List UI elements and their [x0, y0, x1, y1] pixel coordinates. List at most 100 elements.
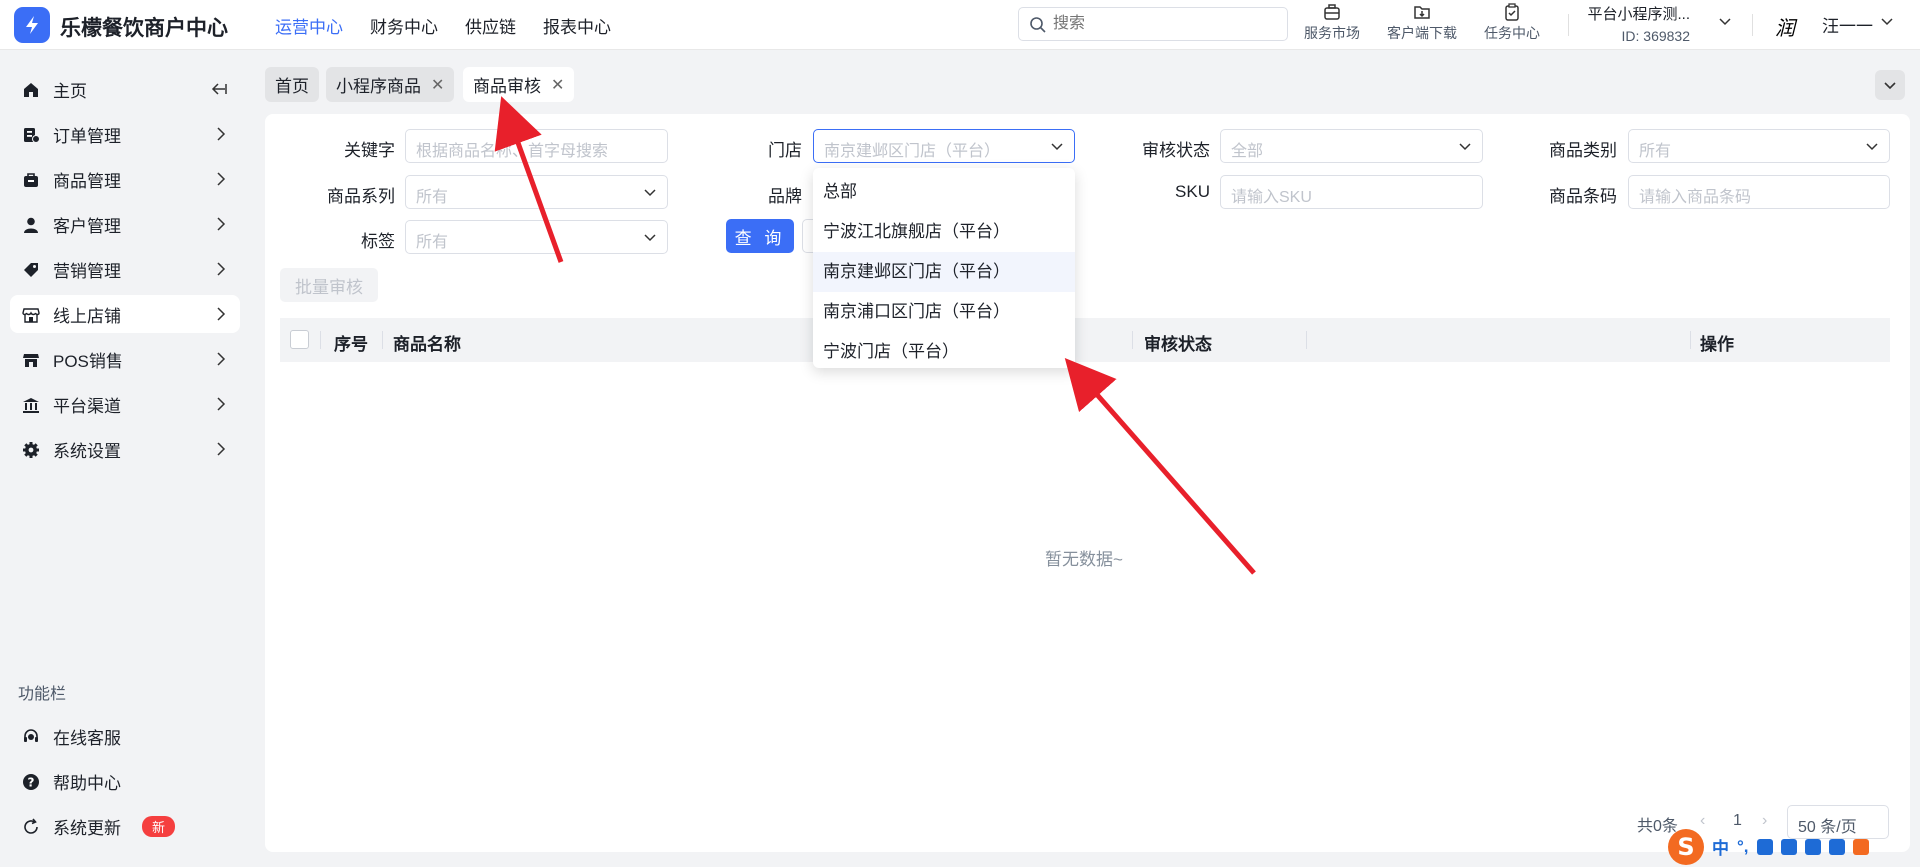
column-divider — [1132, 331, 1133, 349]
tabs-more-button[interactable] — [1875, 70, 1905, 100]
sidebar-item-label: 营销管理 — [53, 261, 121, 281]
series-label: 商品系列 — [327, 187, 395, 206]
sidebar-item-home[interactable]: 主页 — [10, 70, 240, 108]
audit-status-select[interactable]: 全部 — [1220, 129, 1483, 163]
client-download-button[interactable]: 客户端下载 — [1382, 3, 1462, 43]
chevron-down-icon — [644, 234, 656, 242]
barcode-input[interactable]: 请输入商品条码 — [1628, 175, 1890, 209]
help-icon: ? — [23, 774, 39, 790]
category-select[interactable]: 所有 — [1628, 129, 1890, 163]
series-select[interactable]: 所有 — [405, 175, 668, 209]
store-option-ningbo-jiangbei[interactable]: 宁波江北旗舰店（平台） — [813, 212, 1075, 252]
function-bar-title: 功能栏 — [18, 686, 67, 703]
store-select-value: 南京建邺区门店（平台） — [824, 143, 1001, 160]
topnav-reports[interactable]: 报表中心 — [543, 13, 611, 38]
chevron-down-icon — [644, 189, 656, 197]
tag-value: 所有 — [416, 234, 449, 251]
store-select[interactable]: 南京建邺区门店（平台） — [813, 129, 1075, 163]
close-icon[interactable]: ✕ — [551, 75, 564, 95]
sidebar-item-online-service[interactable]: 在线客服 — [10, 717, 240, 755]
sidebar-item-label: 主页 — [53, 81, 87, 101]
category-value: 所有 — [1639, 143, 1672, 160]
sidebar-item-label: POS销售 — [53, 351, 123, 371]
chevron-down-icon[interactable] — [1880, 14, 1894, 28]
gear-icon — [23, 442, 39, 458]
skin-icon[interactable] — [1804, 838, 1821, 855]
tab-label: 小程序商品 — [336, 77, 421, 96]
tab-goods-audit[interactable]: 商品审核 ✕ — [463, 67, 575, 102]
store-icon — [22, 308, 40, 323]
close-icon[interactable]: ✕ — [431, 75, 444, 95]
goods-icon — [24, 173, 38, 187]
topnav-operations[interactable]: 运营中心 — [275, 13, 343, 38]
top-nav: 运营中心 财务中心 供应链 报表中心 — [275, 13, 638, 38]
keyword-label: 关键字 — [344, 141, 395, 160]
store-option-hq[interactable]: 总部 — [813, 172, 1075, 212]
chevron-down-icon — [1884, 82, 1896, 90]
sidebar-item-help-center[interactable]: ? 帮助中心 — [10, 762, 240, 800]
store-option-nanjing-pukou[interactable]: 南京浦口区门店（平台） — [813, 292, 1075, 332]
briefcase-icon — [1324, 4, 1340, 20]
sku-label: SKU — [1175, 182, 1210, 201]
account-switcher[interactable]: 平台小程序测... ID: 369832 — [1580, 3, 1690, 44]
sidebar-item-system-settings[interactable]: 系统设置 — [10, 430, 240, 468]
sidebar-item-label: 客户管理 — [53, 216, 121, 236]
sidebar-item-label: 线上店铺 — [53, 306, 121, 326]
user-icon — [24, 217, 38, 233]
tab-label: 首页 — [275, 77, 309, 96]
sidebar-item-platform-channel[interactable]: 平台渠道 — [10, 385, 240, 423]
tab-home[interactable]: 首页 — [265, 67, 319, 102]
top-bar: 乐檬餐饮商户中心 运营中心 财务中心 供应链 报表中心 服务市场 客户端下载 任… — [0, 0, 1920, 50]
avatar[interactable]: 润 — [1775, 12, 1803, 40]
keyword-input[interactable]: 根据商品名称、首字母搜索 — [405, 129, 668, 163]
store-option-ningbo[interactable]: 宁波门店（平台） — [813, 332, 1075, 372]
category-label: 商品类别 — [1549, 141, 1617, 160]
sidebar-item-marketing[interactable]: 营销管理 — [10, 250, 240, 288]
collapse-sidebar-icon[interactable] — [210, 81, 228, 97]
sidebar-item-customers[interactable]: 客户管理 — [10, 205, 240, 243]
divider — [1752, 14, 1753, 36]
series-value: 所有 — [416, 189, 449, 206]
chevron-right-icon — [217, 397, 226, 411]
service-market-button[interactable]: 服务市场 — [1292, 3, 1372, 43]
sidebar-item-pos-sales[interactable]: POS销售 — [10, 340, 240, 378]
ime-language[interactable]: 中 — [1712, 834, 1729, 859]
batch-audit-button[interactable]: 批量审核 — [280, 268, 378, 302]
search-box[interactable] — [1018, 7, 1288, 41]
topnav-finance[interactable]: 财务中心 — [370, 13, 438, 38]
account-name: 平台小程序测... — [1587, 6, 1690, 23]
keyboard-icon[interactable] — [1780, 838, 1797, 855]
search-icon — [1030, 17, 1046, 33]
task-center-button[interactable]: 任务中心 — [1472, 3, 1552, 43]
sidebar-item-online-store[interactable]: 线上店铺 — [10, 295, 240, 333]
store-label: 门店 — [768, 141, 802, 160]
query-button[interactable]: 查 询 — [726, 219, 794, 253]
brand-label: 品牌 — [768, 187, 802, 206]
svg-text:?: ? — [28, 776, 35, 790]
sogou-logo-icon[interactable]: S — [1668, 828, 1704, 865]
topnav-supply-chain[interactable]: 供应链 — [465, 13, 516, 38]
refresh-icon — [24, 818, 38, 834]
chevron-down-icon[interactable] — [1718, 14, 1732, 28]
search-input[interactable] — [1053, 12, 1273, 36]
ime-punctuation[interactable]: °, — [1737, 837, 1749, 857]
sidebar-item-label: 系统设置 — [53, 441, 121, 461]
mascot-icon[interactable] — [1852, 838, 1869, 855]
select-all-checkbox[interactable] — [290, 330, 309, 349]
sku-input[interactable]: 请输入SKU — [1220, 175, 1483, 209]
tag-icon — [24, 263, 38, 277]
user-name[interactable]: 汪一一 — [1822, 12, 1873, 37]
app-logo-icon[interactable] — [14, 7, 50, 43]
tab-mini-program-goods[interactable]: 小程序商品 ✕ — [326, 67, 455, 102]
sidebar-item-orders[interactable]: 订单管理 — [10, 115, 240, 153]
sidebar-item-system-update[interactable]: 系统更新 新 — [10, 807, 240, 845]
grid-icon[interactable] — [1828, 838, 1845, 855]
microphone-icon[interactable] — [1756, 838, 1773, 855]
sidebar-item-goods[interactable]: 商品管理 — [10, 160, 240, 198]
tag-select[interactable]: 所有 — [405, 220, 668, 254]
barcode-label: 商品条码 — [1549, 187, 1617, 206]
store-option-nanjing-jianye[interactable]: 南京建邺区门店（平台） — [813, 252, 1075, 292]
chevron-right-icon — [217, 442, 226, 456]
home-icon — [24, 83, 38, 97]
store-dropdown: 总部 宁波江北旗舰店（平台） 南京建邺区门店（平台） 南京浦口区门店（平台） 宁… — [813, 168, 1075, 368]
